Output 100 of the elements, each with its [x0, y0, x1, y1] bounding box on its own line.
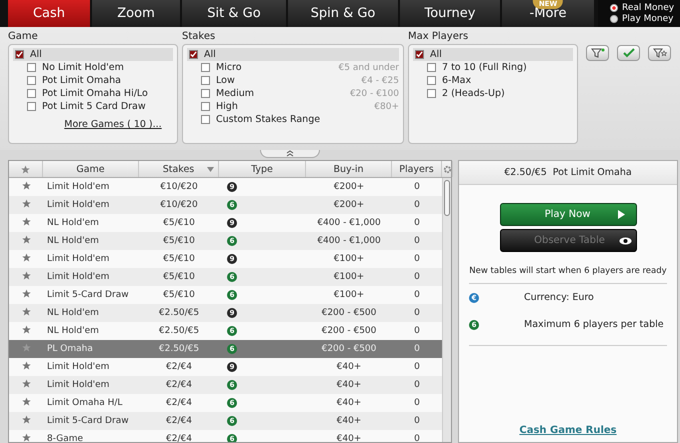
players-cell-text: 0: [413, 434, 421, 442]
players-cell-text: 0: [413, 308, 421, 318]
star-icon[interactable]: [22, 325, 30, 334]
option-label: No Limit Hold'em: [42, 62, 125, 73]
eye-icon: [618, 236, 632, 244]
play-now-button[interactable]: Play Now: [500, 203, 636, 226]
checkbox[interactable]: [427, 63, 436, 72]
game-cell-text: Limit Hold'em: [46, 200, 110, 210]
stakes-cell-text: €2/€4: [165, 398, 193, 408]
game-cell-text: Limit Hold'em: [46, 362, 110, 372]
buyin-cell-text: €40+: [336, 434, 362, 442]
buyin-cell-text: €200 - €500: [320, 326, 378, 336]
game-cell-text: NL Hold'em: [46, 326, 100, 336]
players-cell-text: 0: [413, 290, 421, 300]
checkbox[interactable]: [201, 102, 210, 111]
column-header[interactable]: Type: [219, 161, 306, 177]
details-title: €2.50/€5 Pot Limit Omaha: [459, 161, 677, 185]
star-icon[interactable]: [22, 307, 30, 316]
star-icon[interactable]: [22, 361, 30, 370]
game-cell-text: Limit Hold'em: [46, 254, 110, 264]
check-icon[interactable]: [617, 45, 640, 61]
buyin-cell-text: €200 - €500: [320, 308, 378, 318]
option-label: Pot Limit Omaha Hi/Lo: [42, 88, 149, 99]
checkbox[interactable]: [427, 89, 436, 98]
players-cell-text: 0: [413, 380, 421, 390]
scrollbar[interactable]: [442, 178, 451, 442]
info-text: Currency: Euro: [524, 292, 594, 303]
checkbox[interactable]: [15, 50, 24, 59]
option-label: 6-Max: [442, 75, 472, 86]
star-icon[interactable]: [22, 415, 30, 424]
star-icon[interactable]: [21, 164, 30, 174]
checkbox[interactable]: [27, 76, 36, 85]
stakes-cell-text: €2/€4: [165, 362, 193, 372]
tab[interactable]: Tourney: [400, 0, 500, 27]
star-icon[interactable]: [22, 199, 30, 208]
players-cell-text: 0: [413, 182, 421, 192]
star-icon[interactable]: [22, 235, 30, 244]
info-text: Maximum 6 players per table: [524, 319, 664, 330]
game-cell-text: NL Hold'em: [46, 218, 100, 228]
option-note: €4 - €25: [361, 76, 399, 86]
stakes-cell-text: €2.50/€5: [158, 344, 200, 354]
column-header[interactable]: Game: [43, 161, 139, 177]
stakes-cell-text: €10/€20: [159, 182, 199, 192]
money-radio[interactable]: Play Money: [610, 14, 680, 24]
checkbox[interactable]: [189, 50, 198, 59]
buyin-cell-text: €200+: [332, 200, 366, 210]
checkbox[interactable]: [27, 63, 36, 72]
tab[interactable]: Cash: [8, 0, 90, 27]
star-icon[interactable]: [22, 217, 30, 226]
buyin-cell-text: €100+: [332, 272, 366, 282]
filter-icon[interactable]: [586, 45, 609, 61]
buyin-cell-text: €200 - €500: [320, 344, 378, 354]
money-radio[interactable]: Real Money: [610, 2, 680, 14]
sort-caret-icon: [207, 166, 214, 172]
star-icon[interactable]: [22, 433, 30, 442]
settings-icon[interactable]: [442, 164, 452, 174]
filter-title: Max Players: [408, 31, 470, 44]
players-cell-text: 0: [413, 218, 421, 228]
collapse-handle[interactable]: [260, 150, 320, 158]
checkbox[interactable]: [201, 63, 210, 72]
players-cell-text: 0: [413, 200, 421, 210]
game-cell-text: Limit Hold'em: [46, 182, 110, 192]
checkbox[interactable]: [201, 76, 210, 85]
checkbox[interactable]: [201, 115, 210, 124]
tab[interactable]: Zoom: [92, 0, 180, 27]
players-cell-text: 0: [413, 272, 421, 282]
checkbox[interactable]: [201, 89, 210, 98]
buyin-cell-text: €200+: [332, 182, 366, 192]
star-icon[interactable]: [22, 379, 30, 388]
star-icon[interactable]: [22, 343, 30, 352]
star-icon[interactable]: [22, 289, 30, 298]
game-cell-text: NL Hold'em: [46, 308, 100, 318]
column-header[interactable]: Stakes: [139, 161, 219, 177]
star-icon[interactable]: [22, 253, 30, 262]
column-header[interactable]: Buy-in: [306, 161, 392, 177]
tab[interactable]: Spin & Go: [288, 0, 398, 27]
stakes-cell-text: €2.50/€5: [158, 326, 200, 336]
option-label: 7 to 10 (Full Ring): [442, 62, 528, 73]
rules-link[interactable]: Cash Game Rules: [519, 425, 617, 436]
tab[interactable]: Sit & Go: [182, 0, 286, 27]
star-icon[interactable]: [22, 271, 30, 280]
checkbox[interactable]: [415, 50, 424, 59]
checkbox[interactable]: [427, 76, 436, 85]
buyin-cell-text: €40+: [336, 362, 362, 372]
checkbox[interactable]: [27, 102, 36, 111]
option-label: Custom Stakes Range: [216, 114, 322, 125]
stakes-cell-text: €2/€4: [165, 380, 193, 390]
star-icon[interactable]: [22, 181, 30, 190]
players-cell-text: 0: [413, 416, 421, 426]
checkbox[interactable]: [27, 89, 36, 98]
column-header[interactable]: Players: [392, 161, 442, 177]
option-label: All: [204, 49, 217, 60]
option-label: Low: [216, 75, 236, 86]
players-cell-text: 0: [413, 362, 421, 372]
game-cell-text: Limit 5-Card Draw: [46, 290, 130, 300]
stakes-cell-text: €5/€10: [162, 254, 196, 264]
more-games-link[interactable]: More Games ( 10 )...: [64, 119, 162, 130]
star-icon[interactable]: [22, 397, 30, 406]
buyin-cell-text: €400 - €1,000: [316, 218, 382, 228]
option-note: €5 and under: [338, 62, 399, 72]
